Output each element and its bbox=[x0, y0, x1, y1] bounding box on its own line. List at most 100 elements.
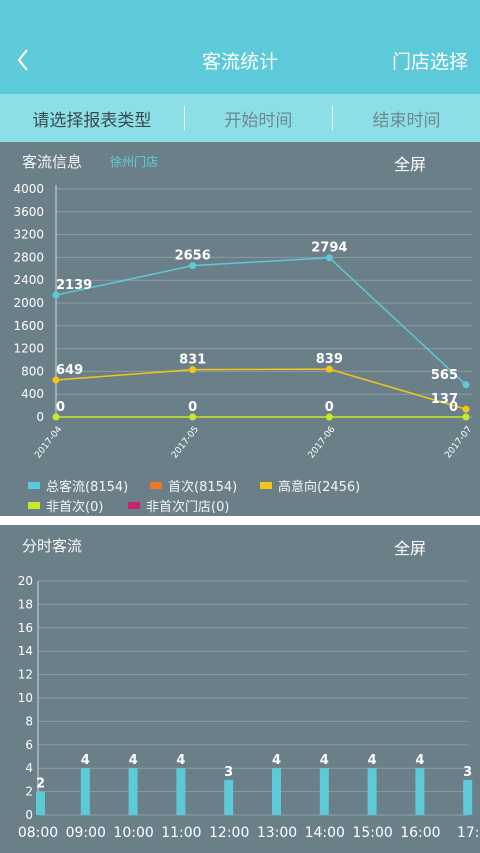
x-tick-label: 10:00 bbox=[113, 825, 153, 841]
y-tick-label: 2400 bbox=[13, 273, 44, 287]
data-label: 2794 bbox=[311, 241, 347, 256]
store-name-label: 徐州门店 bbox=[110, 155, 159, 169]
legend-label: 高意向(2456) bbox=[278, 480, 361, 495]
bar bbox=[128, 768, 138, 815]
y-tick-label: 2800 bbox=[13, 250, 44, 264]
y-tick-label: 3200 bbox=[13, 228, 44, 242]
x-tick-label: 2017-06 bbox=[307, 424, 338, 460]
data-label: 831 bbox=[179, 353, 206, 368]
data-label: 0 bbox=[449, 400, 458, 415]
bar bbox=[272, 768, 281, 815]
data-label: 649 bbox=[56, 363, 83, 378]
y-tick-label: 18 bbox=[18, 597, 33, 611]
y-tick-label: 12 bbox=[18, 668, 33, 682]
y-tick-label: 3600 bbox=[13, 205, 44, 219]
x-tick-label: 14:00 bbox=[305, 825, 345, 841]
store-select-button[interactable]: 门店选择 bbox=[392, 47, 468, 74]
data-point bbox=[462, 381, 470, 389]
y-tick-label: 8 bbox=[25, 714, 33, 728]
y-tick-label: 1200 bbox=[13, 342, 44, 356]
legend-swatch bbox=[28, 482, 40, 489]
x-tick-label: 11:00 bbox=[161, 825, 201, 841]
bar-value-label: 4 bbox=[176, 753, 185, 768]
data-point bbox=[462, 413, 470, 421]
legend-label: 首次(8154) bbox=[168, 480, 238, 495]
y-tick-label: 2 bbox=[25, 785, 33, 799]
y-tick-label: 1600 bbox=[13, 319, 44, 333]
legend-item: 非首次门店(0) bbox=[128, 496, 229, 515]
bar bbox=[36, 791, 45, 815]
legend-label: 非首次(0) bbox=[46, 500, 104, 515]
legend-item: 首次(8154) bbox=[150, 476, 237, 495]
data-point bbox=[462, 405, 470, 413]
x-tick-label: 12:00 bbox=[209, 825, 249, 841]
bar bbox=[224, 779, 234, 815]
x-tick-label: 2017-07 bbox=[443, 425, 474, 461]
series-line bbox=[55, 368, 467, 410]
bar-value-label: 4 bbox=[81, 753, 90, 768]
legend-item: 非首次(0) bbox=[28, 496, 103, 515]
legend-swatch bbox=[128, 502, 140, 509]
bar bbox=[319, 768, 329, 815]
end-time-select[interactable]: 结束时间 bbox=[333, 106, 480, 131]
y-tick-label: 14 bbox=[18, 644, 33, 658]
hourly-traffic-title: 分时客流 bbox=[22, 537, 83, 555]
y-tick-label: 0 bbox=[25, 808, 33, 822]
y-tick-label: 2000 bbox=[13, 296, 44, 310]
series-line bbox=[55, 256, 467, 386]
data-label: 565 bbox=[431, 368, 458, 383]
hourly-bar-chart: 02468101214161820208:00409:00410:00411:0… bbox=[18, 574, 480, 841]
data-label: 2656 bbox=[175, 249, 211, 264]
x-tick-label: 09:00 bbox=[66, 825, 106, 841]
y-tick-label: 4000 bbox=[13, 182, 44, 196]
panel-separator bbox=[0, 516, 480, 525]
x-tick-label: 17: bbox=[457, 825, 480, 841]
bar bbox=[463, 779, 473, 815]
report-filter-bar: 请选择报表类型 开始时间 结束时间 bbox=[0, 94, 480, 142]
bar-value-label: 4 bbox=[129, 753, 138, 768]
bar-value-label: 4 bbox=[368, 753, 377, 768]
x-tick-label: 2017-05 bbox=[170, 425, 201, 461]
bar-value-label: 2 bbox=[36, 777, 45, 792]
bar bbox=[80, 768, 90, 815]
y-tick-label: 16 bbox=[18, 621, 33, 635]
app-header: 客流统计 门店选择 bbox=[0, 0, 480, 94]
legend-label: 非首次门店(0) bbox=[146, 500, 230, 515]
y-tick-label: 20 bbox=[18, 574, 33, 588]
y-tick-label: 0 bbox=[36, 410, 44, 424]
y-tick-label: 400 bbox=[21, 387, 44, 401]
bar-value-label: 3 bbox=[224, 765, 233, 780]
x-tick-label: 2017-04 bbox=[33, 424, 64, 460]
data-label: 0 bbox=[188, 400, 197, 415]
y-tick-label: 4 bbox=[25, 761, 33, 775]
legend-swatch bbox=[150, 482, 162, 489]
bar-value-label: 3 bbox=[463, 765, 472, 780]
y-tick-label: 10 bbox=[18, 691, 33, 705]
report-type-select[interactable]: 请选择报表类型 bbox=[0, 106, 184, 131]
x-tick-label: 15:00 bbox=[352, 825, 392, 841]
data-label: 2139 bbox=[56, 278, 92, 293]
legend-item: 总客流(8154) bbox=[28, 476, 128, 495]
bar bbox=[367, 768, 377, 815]
bar bbox=[415, 768, 425, 815]
legend-swatch bbox=[28, 502, 40, 509]
fullscreen-button-1[interactable]: 全屏 bbox=[394, 151, 426, 175]
y-tick-label: 6 bbox=[25, 738, 33, 752]
data-label: 0 bbox=[56, 400, 65, 415]
data-label: 0 bbox=[325, 400, 334, 415]
x-tick-label: 13:00 bbox=[257, 825, 297, 841]
traffic-info-title: 客流信息 bbox=[22, 153, 83, 171]
traffic-line-chart: 0 400 800 1200 1600 2000 2400 2800 3200 3600 4000 2… bbox=[13, 182, 474, 461]
data-label: 839 bbox=[316, 352, 343, 367]
y-tick-label: 800 bbox=[21, 364, 44, 378]
x-tick-label: 16:00 bbox=[400, 825, 440, 841]
bar-value-label: 4 bbox=[415, 753, 424, 768]
fullscreen-button-2[interactable]: 全屏 bbox=[394, 535, 426, 559]
legend-swatch bbox=[260, 482, 272, 489]
bar-value-label: 4 bbox=[320, 753, 329, 768]
start-time-select[interactable]: 开始时间 bbox=[185, 106, 332, 131]
legend-label: 总客流(8154) bbox=[46, 480, 129, 495]
bar-value-label: 4 bbox=[272, 753, 281, 768]
legend-item: 高意向(2456) bbox=[260, 476, 360, 495]
bar bbox=[176, 768, 186, 815]
